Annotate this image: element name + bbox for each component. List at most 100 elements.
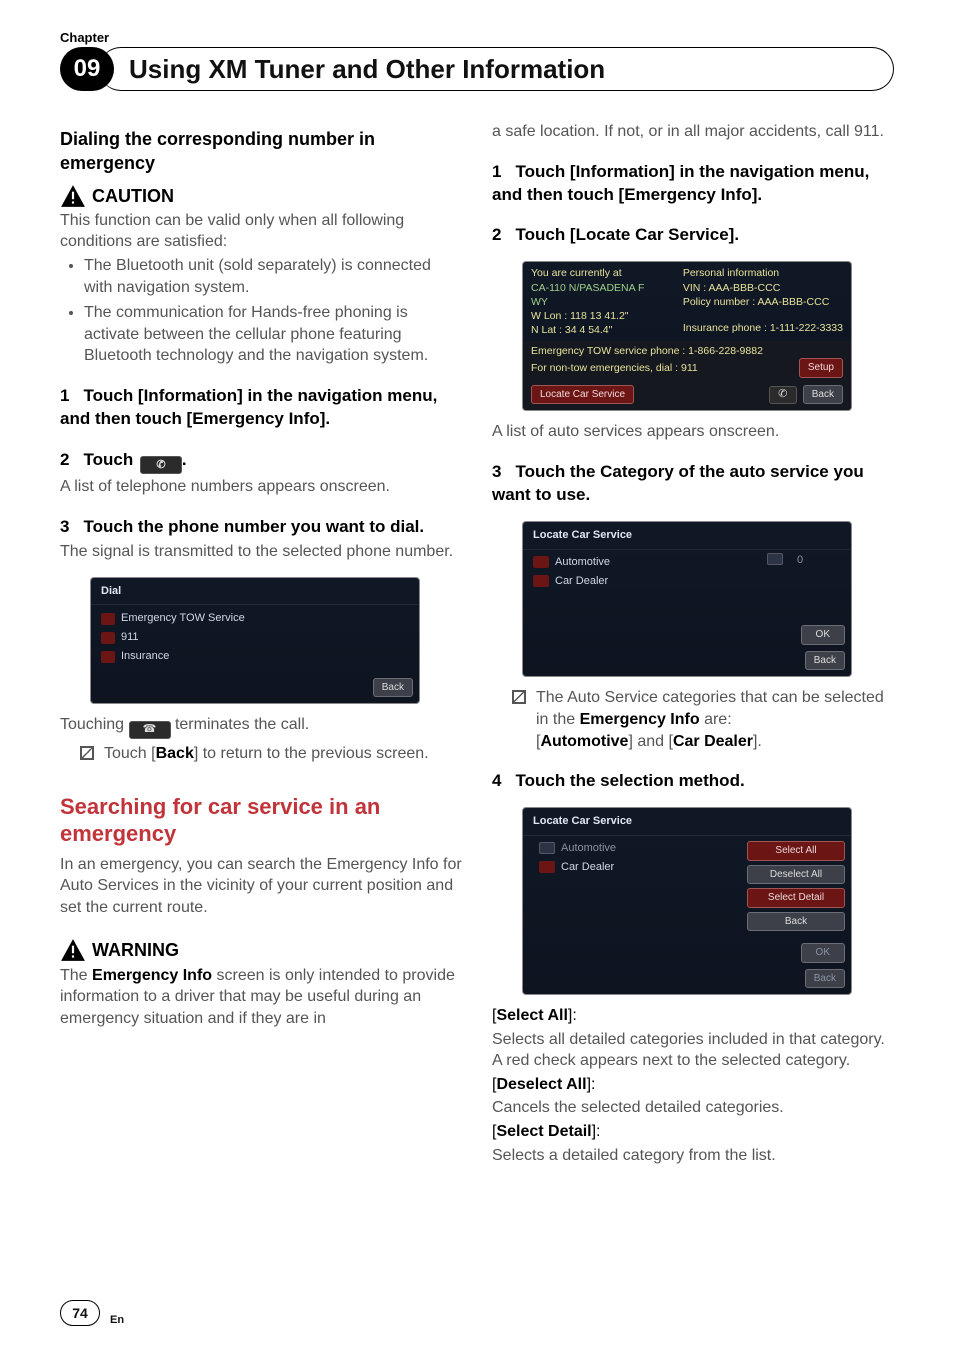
ss-locate2-list: Automotive Car Dealer xyxy=(523,836,741,939)
left-step-3: 3Touch the phone number you want to dial… xyxy=(60,516,462,539)
txt-bold: Emergency Info xyxy=(92,967,212,984)
warning-header: WARNING xyxy=(60,938,462,962)
ss-line: For non-tow emergencies, dial : 911 xyxy=(531,361,698,375)
ss-line: W Lon : 118 13 41.2" xyxy=(531,309,667,323)
left-step-1: 1Touch [Information] in the navigation m… xyxy=(60,385,462,431)
right-step-4: 4Touch the selection method. xyxy=(492,770,894,793)
chapter-label: Chapter xyxy=(60,30,894,45)
ss-line: Personal information xyxy=(683,266,843,280)
step-number: 2 xyxy=(492,225,501,244)
def-select-detail-text: Selects a detailed category from the lis… xyxy=(492,1145,894,1167)
txt-bold: Automotive xyxy=(540,733,628,750)
category-icon xyxy=(533,556,549,568)
warning-continuation: a safe location. If not, or in all major… xyxy=(492,121,894,143)
ss-select-all-button: Select All xyxy=(747,841,845,861)
ss-setup-button: Setup xyxy=(799,358,843,378)
ss-back-button: Back xyxy=(373,678,413,698)
step-number: 3 xyxy=(492,462,501,481)
ss-locate1-footer: OK xyxy=(523,621,851,651)
ss-info-right: Personal information VIN : AAA-BBB-CCC P… xyxy=(675,262,851,341)
ss-ok-button: OK xyxy=(801,625,845,645)
ss-line: WY xyxy=(531,295,667,309)
ss-info-tow: Emergency TOW service phone : 1-866-228-… xyxy=(523,341,851,381)
ss-cat-row: Automotive xyxy=(529,839,735,858)
ss-cat-label: Automotive xyxy=(561,841,616,856)
page-footer: 74 En xyxy=(60,1300,124,1326)
category-icon xyxy=(539,861,555,873)
chapter-header: 09 Using XM Tuner and Other Information xyxy=(60,47,894,91)
ss-locate1-footer2: Back xyxy=(523,651,851,677)
touching-a: Touching xyxy=(60,716,129,733)
ss-dial-row: Emergency TOW Service xyxy=(91,609,419,628)
ss-line: CA-110 N/PASADENA F xyxy=(531,281,667,295)
step-number: 1 xyxy=(60,386,69,405)
phone-off-icon: ☎ xyxy=(129,721,171,739)
subsection-dialing: Dialing the corresponding number in emer… xyxy=(60,127,462,176)
step-number: 3 xyxy=(60,517,69,536)
ss-dial-item: Emergency TOW Service xyxy=(121,611,245,626)
ss-count: 0 xyxy=(797,553,803,568)
list-marker-icon xyxy=(101,651,115,663)
note-categories: The Auto Service categories that can be … xyxy=(492,687,894,752)
right-step-2: 2 Touch [Locate Car Service]. xyxy=(492,224,894,247)
step-text-b: . xyxy=(182,450,187,469)
note-back: Touch [Back] to return to the previous s… xyxy=(60,743,462,765)
def-select-all-label: [Select All]: xyxy=(492,1005,894,1027)
ss-line: Policy number : AAA-BBB-CCC xyxy=(683,295,843,309)
def-deselect-all-text: Cancels the selected detailed categories… xyxy=(492,1097,894,1119)
left-step-2: 2Touch ✆. xyxy=(60,449,462,475)
ss-info-left: You are currently at CA-110 N/PASADENA F… xyxy=(523,262,675,341)
ss-locate2-footer2: Back xyxy=(523,969,851,995)
ss-info-footer: Locate Car Service ✆ Back xyxy=(523,381,851,411)
step-number: 1 xyxy=(492,162,501,181)
ss-info-body: You are currently at CA-110 N/PASADENA F… xyxy=(523,262,851,341)
txt: Touch [ xyxy=(104,745,156,762)
ss-dial-footer: Back xyxy=(91,674,419,704)
page-lang: En xyxy=(110,1314,124,1326)
chapter-number-badge: 09 xyxy=(60,47,114,91)
warning-icon xyxy=(60,938,86,962)
page-number: 74 xyxy=(60,1300,100,1326)
step-text: Touch [Information] in the navigation me… xyxy=(492,162,869,204)
chapter-title: Using XM Tuner and Other Information xyxy=(129,54,605,85)
after-step3: The signal is transmitted to the selecte… xyxy=(60,541,462,563)
ss-locate2-buttons: Select All Deselect All Select Detail Ba… xyxy=(741,836,851,939)
note-back-text: Touch [Back] to return to the previous s… xyxy=(104,743,429,765)
txt: The xyxy=(60,967,92,984)
txt-bold: Emergency Info xyxy=(580,711,700,728)
bullet-item: The Bluetooth unit (sold separately) is … xyxy=(84,255,462,298)
warning-label: WARNING xyxy=(92,938,179,962)
screenshot-locate-1: Locate Car Service Automotive Car Dealer… xyxy=(522,521,852,678)
right-step-1: 1Touch [Information] in the navigation m… xyxy=(492,161,894,207)
step-text-a: Touch xyxy=(83,450,137,469)
after-ss-info: A list of auto services appears onscreen… xyxy=(492,421,894,443)
ss-back-button: Back xyxy=(803,385,843,405)
ss-cat-label: Car Dealer xyxy=(561,860,614,875)
screenshot-dial: Dial Emergency TOW Service 911 Insurance… xyxy=(90,577,420,705)
step-text: Touch the selection method. xyxy=(515,771,744,790)
page: Chapter 09 Using XM Tuner and Other Info… xyxy=(0,0,954,1352)
ss-select-detail-button: Select Detail xyxy=(747,888,845,908)
note-categories-text: The Auto Service categories that can be … xyxy=(536,687,894,752)
phone-icon: ✆ xyxy=(140,456,182,474)
section-search-car-service: Searching for car service in an emergenc… xyxy=(60,793,462,848)
list-marker-icon xyxy=(101,632,115,644)
left-column: Dialing the corresponding number in emer… xyxy=(60,119,462,1168)
txt: ]. xyxy=(753,733,762,750)
ss-cat-row: Car Dealer xyxy=(529,858,735,877)
ss-back-button: Back xyxy=(805,651,845,671)
screenshot-locate-2: Locate Car Service Automotive Car Dealer… xyxy=(522,807,852,995)
def-select-detail-label: [Select Detail]: xyxy=(492,1121,894,1143)
step-text: Touch [Locate Car Service]. xyxy=(515,225,739,244)
ss-cat-label: Car Dealer xyxy=(555,574,608,589)
after-step2: A list of telephone numbers appears onsc… xyxy=(60,476,462,498)
step-text: Touch [Information] in the navigation me… xyxy=(60,386,437,428)
ss-ok-button: OK xyxy=(801,943,845,963)
txt-bold: Back xyxy=(156,745,194,762)
ss-locate2-title: Locate Car Service xyxy=(523,808,851,836)
ss-dial-row: 911 xyxy=(91,628,419,647)
ss-line: You are currently at xyxy=(531,266,667,280)
bullet-item: The communication for Hands-free phoning… xyxy=(84,302,462,367)
category-icon xyxy=(539,842,555,854)
ss-dial-item: Insurance xyxy=(121,649,169,664)
